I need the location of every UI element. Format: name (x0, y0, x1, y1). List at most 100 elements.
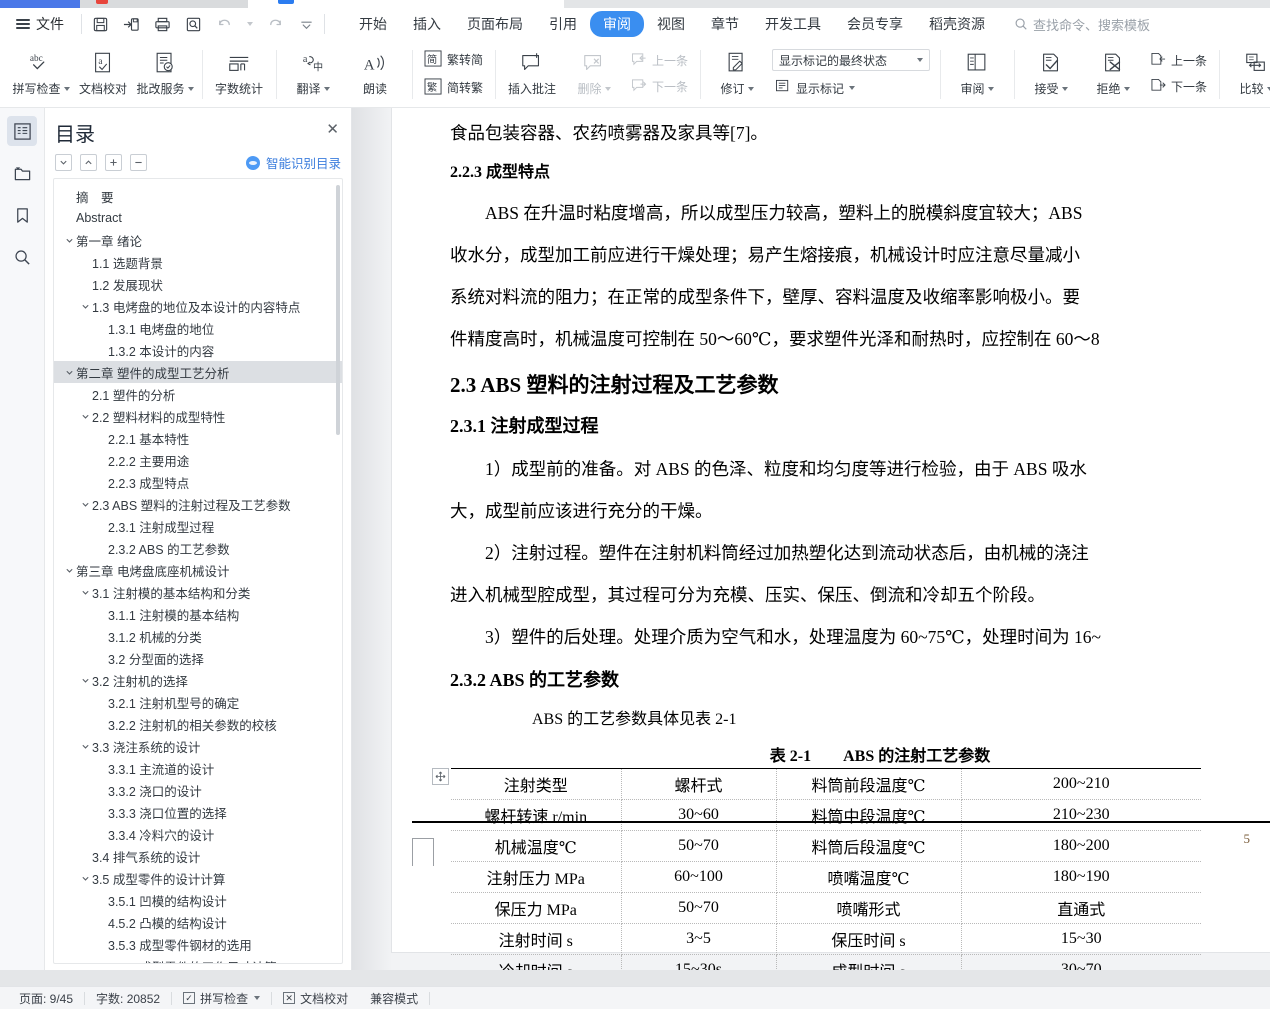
print-preview-icon[interactable] (184, 15, 202, 33)
chevron-down-icon[interactable] (78, 874, 92, 883)
move-handle-icon[interactable] (432, 768, 449, 785)
undo-icon[interactable] (215, 15, 233, 33)
outline-item[interactable]: 1.1 选题背景 (54, 251, 342, 273)
outline-item[interactable]: 4.5.2 凸模的结构设计 (54, 911, 342, 933)
outline-item[interactable]: 3.3.3 浇口位置的选择 (54, 801, 342, 823)
proofread-status[interactable]: ✕ 文档校对 (272, 990, 359, 1007)
outline-item[interactable]: 3.5.4 成型零件的工作尺寸计算 (54, 955, 342, 964)
document-viewport[interactable]: 食品包装容器、农药喷雾器及家具等[7]。 2.2.3 成型特点 ABS 在升温时… (352, 108, 1270, 970)
outline-item[interactable]: 3.3.2 浇口的设计 (54, 779, 342, 801)
document-page[interactable]: 食品包装容器、农药喷雾器及家具等[7]。 2.2.3 成型特点 ABS 在升温时… (392, 108, 1270, 970)
chevron-down-icon[interactable] (987, 86, 994, 91)
spellcheck-button[interactable]: abc 拼写检查 (10, 40, 72, 107)
close-icon[interactable]: ✕ (326, 122, 339, 137)
chevron-down-icon[interactable] (62, 236, 76, 245)
ribbon-tab-insert[interactable]: 插入 (400, 11, 454, 37)
expand-all-icon[interactable] (105, 154, 122, 171)
outline-item[interactable]: 摘 要 (54, 185, 342, 207)
outline-item[interactable]: 3.1.2 机械的分类 (54, 625, 342, 647)
outline-item[interactable]: 1.3.1 电烤盘的地位 (54, 317, 342, 339)
word-count-indicator[interactable]: 字数: 20852 (85, 990, 171, 1007)
outline-item[interactable]: 2.3.2 ABS 的工艺参数 (54, 537, 342, 559)
chevron-down-icon[interactable] (849, 86, 856, 90)
next-comment-button[interactable]: 下一条 (628, 77, 691, 97)
chevron-down-icon[interactable] (78, 412, 92, 421)
outline-item[interactable]: 第三章 电烤盘底座机械设计 (54, 559, 342, 581)
chevron-down-icon[interactable] (62, 368, 76, 377)
chevron-down-icon[interactable] (1123, 86, 1130, 91)
outline-item[interactable]: 3.5 成型零件的设计计算 (54, 867, 342, 889)
chevron-down-icon[interactable] (78, 742, 92, 751)
markup-display-select[interactable]: 显示标记的最终状态 (772, 49, 931, 71)
chapter-icon[interactable] (7, 158, 37, 188)
chevron-down-icon[interactable] (78, 588, 92, 597)
outline-item[interactable]: 3.1.1 注射模的基本结构 (54, 603, 342, 625)
outline-item[interactable]: 2.1 塑件的分析 (54, 383, 342, 405)
command-search[interactable]: 查找命令、搜索模板 (1014, 15, 1150, 34)
outline-scrollbar[interactable] (336, 185, 340, 435)
next-change-button[interactable]: 下一条 (1147, 77, 1210, 97)
redo-icon[interactable] (266, 15, 284, 33)
track-changes-button[interactable]: 修订 (706, 40, 768, 107)
outline-item[interactable]: 3.2 注射机的选择 (54, 669, 342, 691)
ribbon-tab-docer[interactable]: 稻壳资源 (916, 11, 998, 37)
outline-item[interactable]: 3.3.1 主流道的设计 (54, 757, 342, 779)
chevron-down-icon[interactable] (917, 58, 924, 62)
ribbon-tab-references[interactable]: 引用 (536, 11, 590, 37)
prev-change-button[interactable]: 上一条 (1147, 51, 1210, 71)
outline-item[interactable]: 3.5.3 成型零件钢材的选用 (54, 933, 342, 955)
outline-item[interactable]: 3.2 分型面的选择 (54, 647, 342, 669)
file-menu-button[interactable]: 文件 (8, 14, 72, 34)
injection-parameters-table[interactable]: 注射类型 螺杆式 料筒前段温度℃ 200~210 螺杆转速 r/min 30~60 料筒中段… (451, 768, 1201, 970)
outline-item[interactable]: 2.3.1 注射成型过程 (54, 515, 342, 537)
simp-to-trad-button[interactable]: 繁 简转繁 (421, 77, 486, 99)
active-document-tab[interactable] (264, 0, 564, 8)
trad-to-simp-button[interactable]: 简 繁转简 (421, 49, 486, 71)
smart-outline-button[interactable]: 智能识别目录 (245, 153, 341, 172)
wps-home-tab[interactable] (0, 0, 80, 8)
insert-comment-button[interactable]: 插入批注 (501, 40, 563, 107)
chevron-down-icon[interactable] (187, 86, 194, 91)
outline-item[interactable]: 第二章 塑件的成型工艺分析 (54, 361, 342, 383)
outline-icon[interactable] (7, 116, 37, 146)
word-count-button[interactable]: 字数统计 (208, 40, 270, 107)
chevron-down-icon[interactable] (78, 302, 92, 311)
spellcheck-status[interactable]: ✓ 拼写检查 (172, 990, 271, 1007)
chevron-down-icon[interactable] (78, 500, 92, 509)
outline-item[interactable]: 2.2.3 成型特点 (54, 471, 342, 493)
page-indicator[interactable]: 页面: 9/45 (8, 990, 84, 1007)
customize-quick-access-icon[interactable] (297, 15, 315, 33)
chevron-down-icon[interactable] (1061, 86, 1068, 91)
ribbon-tab-developer[interactable]: 开发工具 (752, 11, 834, 37)
search-icon[interactable] (7, 242, 37, 272)
chevron-down-icon[interactable] (747, 86, 754, 91)
correction-service-button[interactable]: 批改服务 (134, 40, 196, 107)
ribbon-tab-review[interactable]: 审阅 (590, 11, 644, 37)
collapse-all-icon[interactable] (130, 154, 147, 171)
reviewing-pane-button[interactable]: 审阅 (946, 40, 1008, 107)
read-aloud-button[interactable]: A 朗读 (344, 40, 406, 107)
chevron-down-icon[interactable] (1266, 86, 1270, 91)
outline-item[interactable]: 1.3 电烤盘的地位及本设计的内容特点 (54, 295, 342, 317)
outline-item[interactable]: 2.3 ABS 塑料的注射过程及工艺参数 (54, 493, 342, 515)
ribbon-tab-start[interactable]: 开始 (346, 11, 400, 37)
collapse-down-icon[interactable] (55, 154, 72, 171)
reject-change-button[interactable]: 拒绝 (1082, 40, 1144, 107)
ribbon-tab-view[interactable]: 视图 (644, 11, 698, 37)
outline-item[interactable]: 3.2.1 注射机型号的确定 (54, 691, 342, 713)
show-markup-button[interactable]: 显示标记 (772, 78, 930, 98)
chevron-down-icon[interactable] (78, 676, 92, 685)
outline-item[interactable]: 3.3.4 冷料穴的设计 (54, 823, 342, 845)
ribbon-tab-section[interactable]: 章节 (698, 11, 752, 37)
bookmark-icon[interactable] (7, 200, 37, 230)
outline-item[interactable]: 3.1 注射模的基本结构和分类 (54, 581, 342, 603)
outline-item[interactable]: 2.2.1 基本特性 (54, 427, 342, 449)
outline-item[interactable]: 3.2.2 注射机的相关参数的校核 (54, 713, 342, 735)
outline-list-scroll[interactable]: 摘 要 Abstract 第一章 绪论 1.1 选题背景 1.2 发展现状 1.3 电烤盘… (54, 179, 342, 963)
outline-item[interactable]: 2.2.2 主要用途 (54, 449, 342, 471)
chevron-down-icon[interactable] (604, 86, 611, 91)
chevron-down-icon[interactable] (62, 566, 76, 575)
delete-comment-button[interactable]: 删除 (563, 40, 625, 107)
compare-button[interactable]: 比较 (1225, 40, 1270, 107)
outline-item[interactable]: 3.4 排气系统的设计 (54, 845, 342, 867)
